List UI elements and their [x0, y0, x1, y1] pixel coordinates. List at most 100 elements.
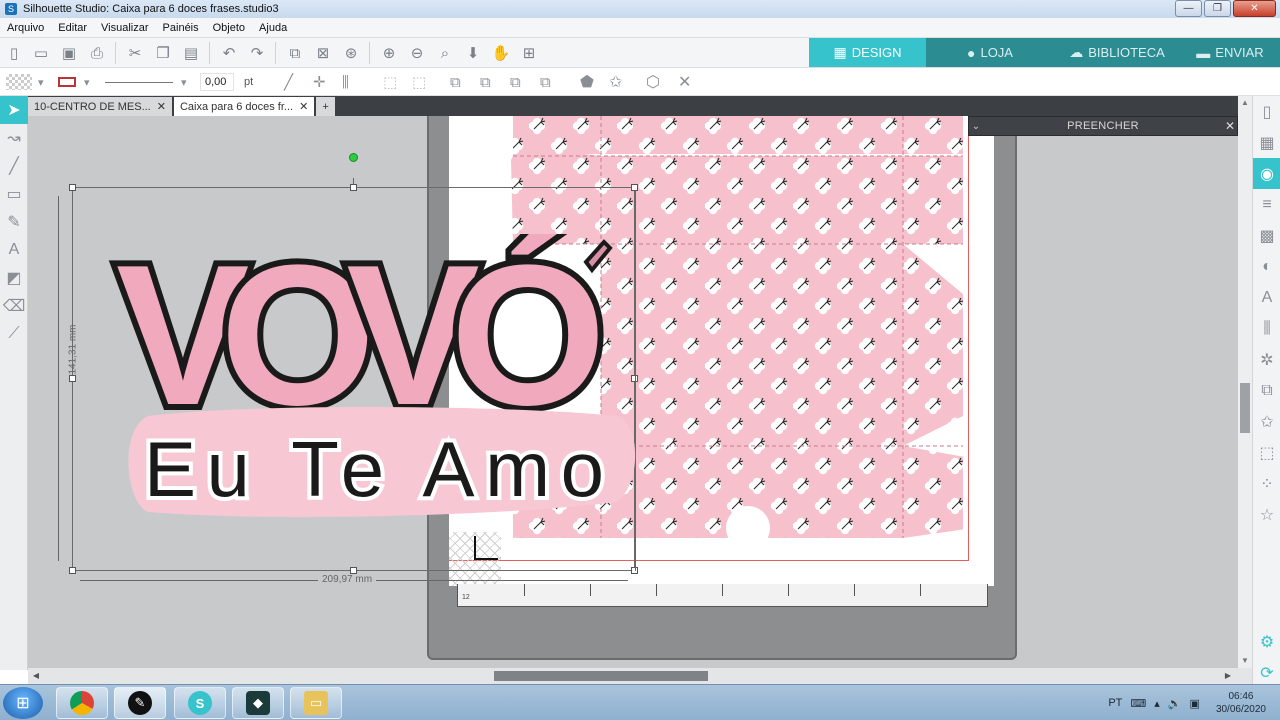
- ungroup-icon[interactable]: ⊠: [313, 43, 333, 63]
- menu-visualizar[interactable]: Visualizar: [94, 22, 156, 34]
- language-indicator[interactable]: PT: [1108, 697, 1122, 709]
- group-icon[interactable]: ⧉: [285, 43, 305, 63]
- line-style-select[interactable]: ▾: [105, 72, 187, 92]
- collapse-icon[interactable]: ⌄: [969, 121, 983, 132]
- start-button[interactable]: ⊞: [3, 687, 43, 719]
- zoom-out-icon[interactable]: ⊖: [407, 43, 427, 63]
- modify-icon[interactable]: ⧉: [1253, 375, 1280, 406]
- sketch-icon[interactable]: ⁘: [1253, 468, 1280, 499]
- vertical-scrollbar[interactable]: ▲ ▼: [1238, 96, 1252, 670]
- scroll-thumb[interactable]: [1240, 383, 1250, 433]
- zoom-in-icon[interactable]: ⊕: [379, 43, 399, 63]
- new-tab-button[interactable]: +: [316, 97, 335, 116]
- knife-icon[interactable]: ⟋: [0, 320, 28, 348]
- menu-objeto[interactable]: Objeto: [206, 22, 252, 34]
- tab-document-1[interactable]: 10-CENTRO DE MES... ✕: [28, 97, 172, 116]
- menu-editar[interactable]: Editar: [51, 22, 94, 34]
- transform-icon[interactable]: ⬚: [383, 72, 397, 92]
- taskbar-chrome[interactable]: [56, 687, 108, 719]
- pencil-icon[interactable]: ✎: [0, 208, 28, 236]
- horizontal-scrollbar[interactable]: ◀ ▶: [28, 668, 1252, 684]
- arrange-forward-icon[interactable]: ⧉: [480, 72, 491, 92]
- taskbar-explorer[interactable]: ▭: [290, 687, 342, 719]
- crosshair-icon[interactable]: ✛: [313, 72, 326, 92]
- line-draw-icon[interactable]: ╱: [0, 152, 28, 180]
- close-tab-icon[interactable]: ✕: [157, 100, 166, 113]
- fill-bucket-icon[interactable]: ◩: [0, 264, 28, 292]
- menu-paineis[interactable]: Painéis: [156, 22, 206, 34]
- show-hidden-icon[interactable]: ▴: [1154, 697, 1160, 710]
- close-panel-icon[interactable]: ✕: [1223, 119, 1237, 133]
- taskbar-filmora[interactable]: ◆: [232, 687, 284, 719]
- offset-icon[interactable]: ✩: [1253, 406, 1280, 437]
- tab-document-2[interactable]: Caixa para 6 doces fr... ✕: [173, 97, 315, 116]
- fill-palette-icon[interactable]: ◉: [1253, 158, 1280, 189]
- text-style-icon[interactable]: A: [1253, 282, 1280, 313]
- resize-handle[interactable]: [350, 567, 357, 574]
- scroll-left-icon[interactable]: ◀: [30, 670, 42, 682]
- scroll-up-icon[interactable]: ▲: [1240, 98, 1250, 108]
- tab-library[interactable]: ☁ BIBLIOTECA: [1054, 38, 1180, 67]
- menu-arquivo[interactable]: Arquivo: [0, 22, 51, 34]
- line-color-swatch[interactable]: ▾: [58, 72, 90, 92]
- redo-icon[interactable]: ↷: [247, 43, 267, 63]
- taskbar-silhouette-cutter[interactable]: ✎: [114, 687, 166, 719]
- rectangle-icon[interactable]: ▭: [0, 180, 28, 208]
- transparency-icon[interactable]: ◐: [1253, 251, 1280, 282]
- zoom-select-icon[interactable]: ⌕: [435, 43, 455, 63]
- eraser-icon[interactable]: ⌫: [0, 292, 28, 320]
- open-folder-icon[interactable]: ▭: [31, 43, 51, 63]
- print-icon[interactable]: ⎙: [87, 43, 107, 63]
- tab-design[interactable]: ▦ DESIGN: [809, 38, 926, 67]
- align-icon[interactable]: ⫼: [342, 72, 349, 92]
- line-width-input[interactable]: 0,00: [200, 73, 234, 91]
- paste-icon[interactable]: ▤: [181, 43, 201, 63]
- page-setup-icon[interactable]: ▯: [1253, 96, 1280, 127]
- pixscan-icon[interactable]: ▦: [1253, 127, 1280, 158]
- select-arrow-icon[interactable]: ➤: [0, 96, 28, 124]
- pattern-icon[interactable]: ▩: [1253, 220, 1280, 251]
- edit-points-icon[interactable]: ↝: [0, 124, 28, 152]
- close-tab-icon[interactable]: ✕: [299, 100, 308, 113]
- align-panel-icon[interactable]: ⫼: [1253, 313, 1280, 344]
- 3d-box-icon[interactable]: ⬡: [646, 72, 660, 92]
- weld-icon[interactable]: ⬟: [580, 72, 594, 92]
- transform-alt-icon[interactable]: ⬚: [412, 72, 426, 92]
- undo-icon[interactable]: ↶: [219, 43, 239, 63]
- rotate-handle[interactable]: [349, 153, 358, 162]
- new-file-icon[interactable]: ▯: [4, 43, 24, 63]
- resize-handle[interactable]: [631, 184, 638, 191]
- scroll-down-icon[interactable]: ▼: [1240, 656, 1250, 666]
- scroll-right-icon[interactable]: ▶: [1222, 670, 1234, 682]
- arrange-backward-icon[interactable]: ⧉: [510, 72, 521, 92]
- compound-path-icon[interactable]: ⊛: [341, 43, 361, 63]
- minimize-button[interactable]: —: [1175, 0, 1202, 17]
- line-tool-icon[interactable]: ╱: [284, 72, 293, 92]
- trace-icon[interactable]: ⬚: [1253, 437, 1280, 468]
- delete-icon[interactable]: ✕: [678, 72, 691, 92]
- save-icon[interactable]: ▣: [59, 43, 79, 63]
- arrange-back-icon[interactable]: ⧉: [540, 72, 551, 92]
- fit-page-icon[interactable]: ⬇: [463, 43, 483, 63]
- clock[interactable]: 06:46 30/06/2020: [1216, 690, 1266, 716]
- copy-icon[interactable]: ❐: [153, 43, 173, 63]
- maximize-button[interactable]: ❐: [1204, 0, 1231, 17]
- design-canvas[interactable]: 12 ⌄ PREENCHER ✕ 141,31 mm 209,97 mm VOV…: [28, 116, 1238, 668]
- fit-window-icon[interactable]: ⊞: [519, 43, 539, 63]
- scroll-thumb[interactable]: [494, 671, 708, 681]
- volume-icon[interactable]: 🔊: [1168, 697, 1182, 710]
- star-shape-icon[interactable]: ✩: [609, 72, 622, 92]
- pan-hand-icon[interactable]: ✋: [491, 43, 511, 63]
- menu-ajuda[interactable]: Ajuda: [252, 22, 294, 34]
- arrange-front-icon[interactable]: ⧉: [450, 72, 461, 92]
- resize-handle[interactable]: [69, 567, 76, 574]
- text-tool-icon[interactable]: A: [0, 236, 28, 264]
- taskbar-silhouette-studio[interactable]: S: [174, 687, 226, 719]
- close-button[interactable]: ✕: [1233, 0, 1276, 17]
- settings-gear-icon[interactable]: ⚙: [1253, 626, 1280, 657]
- resize-handle[interactable]: [69, 184, 76, 191]
- cut-icon[interactable]: ✂: [125, 43, 145, 63]
- favorites-star-icon[interactable]: ☆: [1253, 499, 1280, 530]
- vovo-artwork[interactable]: VOVÓ Eu Te Amo: [108, 234, 648, 534]
- line-style-icon[interactable]: ≡: [1253, 189, 1280, 220]
